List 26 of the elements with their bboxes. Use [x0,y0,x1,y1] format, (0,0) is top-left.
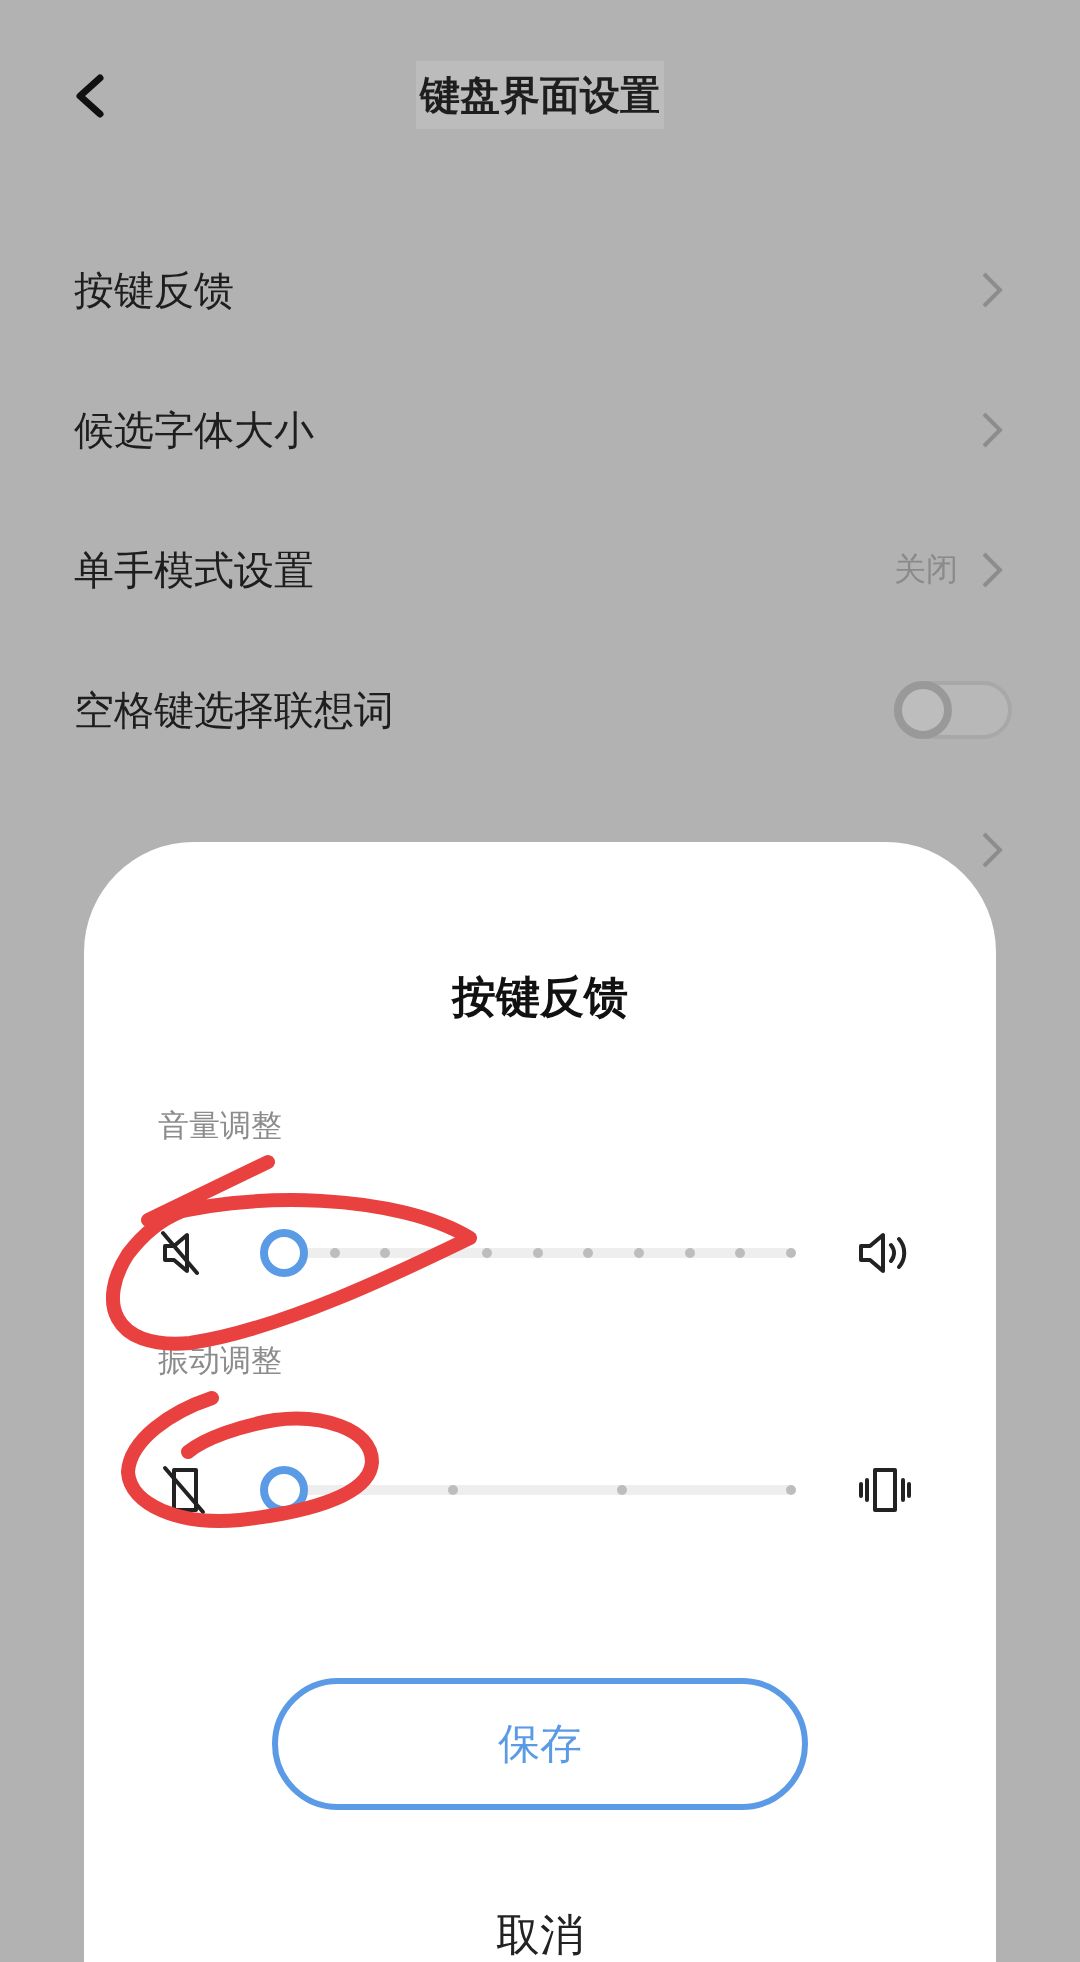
tick-mark [583,1248,594,1258]
tick-mark [633,1248,644,1258]
chevron-right-icon [980,550,1004,590]
setting-label[interactable]: 空格键选择联想词 [74,682,894,738]
tick-mark [786,1485,796,1495]
tick-mark [735,1248,746,1258]
chevron-right-icon [980,270,1004,310]
tick-mark [684,1248,695,1258]
tick-mark [329,1248,340,1258]
setting-label[interactable]: 按键反馈 [74,262,980,318]
chevron-right-icon [980,410,1004,450]
toggle-switch[interactable] [894,681,1012,739]
slider-thumb[interactable] [260,1229,308,1277]
chevron-right-icon [980,830,1004,870]
tick-mark [380,1248,391,1258]
page-title: 键盘界面设置 [416,61,664,129]
setting-label[interactable]: 候选字体大小 [74,402,980,458]
tick-mark [532,1248,543,1258]
tick-mark [786,1248,796,1258]
tick-mark [481,1248,492,1258]
tick-mark [448,1485,458,1495]
dialog-title: 按键反馈 [450,970,629,1024]
setting-label[interactable]: 单手模式设置 [74,542,894,598]
slider-label: 音量调整 [157,1106,283,1145]
tick-mark [617,1485,627,1495]
cancel-button[interactable]: 取消 [486,1905,594,1962]
